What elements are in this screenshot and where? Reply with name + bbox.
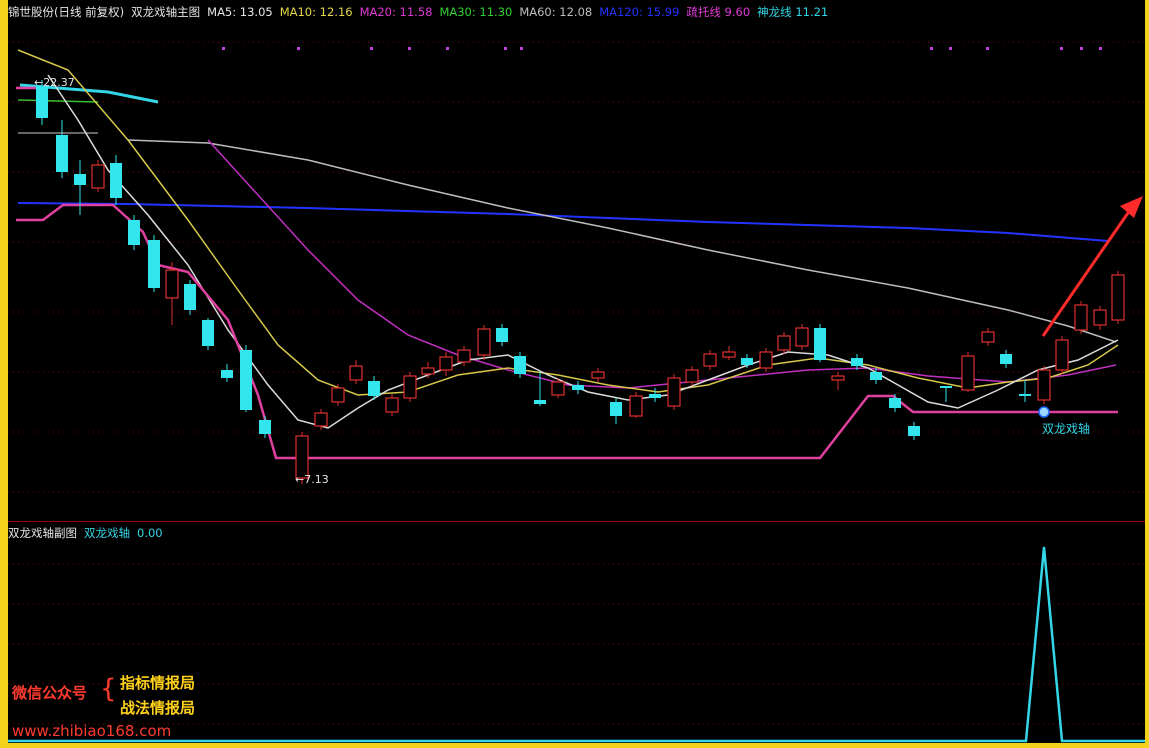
low-price-marker: ←7.13 [295,473,329,486]
moving-average-lines [16,49,1119,460]
candle [685,366,699,386]
candle [331,384,345,406]
candle [1019,380,1031,402]
ma5-line [47,74,1119,429]
candle [1037,366,1051,404]
main-chart-panel[interactable]: 锦世股份(日线 前复权) 双龙戏轴主图 MA5: 13.05 MA10: 12.16 M… [8,0,1145,520]
candle [981,328,995,346]
ma-legend-item: 神龙线 11.21 [757,5,829,19]
candle [110,155,122,205]
candle [777,332,791,354]
watermark: 微信公众号 { 指标情报局 战法情报局 www.zhibiao168.com [12,672,232,744]
candle [961,352,975,392]
candle [496,324,508,346]
candle [91,160,105,192]
candle [667,374,681,410]
ma-legend-item: MA30: 11.30 [439,5,513,19]
sub-indicator-name: 双龙戏轴副图 [8,526,77,540]
ma60-line [127,139,1117,343]
ma-legend-item: MA120: 15.99 [599,5,680,19]
sub-series-value: 0.00 [137,526,163,540]
candle [831,372,845,390]
ma-legend-item: MA60: 12.08 [519,5,593,19]
sub-series-label: 双龙戏轴 [84,526,130,540]
signal-dot [1038,406,1050,418]
ma-legend-item: MA10: 12.16 [279,5,353,19]
wm-line1: 指标情报局 [120,674,196,692]
candle [165,262,179,325]
main-chart-canvas[interactable] [8,0,1145,520]
candle [421,362,435,378]
wechat-label: 微信公众号 [12,684,88,702]
candle [722,346,736,360]
indicator-name: 双龙戏轴主图 [131,5,201,19]
candle [56,120,68,178]
sub-header: 双龙戏轴副图 双龙戏轴 0.00 [8,526,170,540]
ma-legend-item: MA20: 11.58 [359,5,433,19]
wm-url: www.zhibiao168.com [12,722,172,740]
signal-dots [222,47,1102,50]
candle [128,215,140,250]
candle [629,392,643,418]
signal-label: 双龙戏轴 [1042,422,1091,436]
candle [221,364,233,382]
security-name: 锦世股份(日线 前复权) [8,5,125,19]
candle [202,318,214,350]
ma120-line [17,202,1109,242]
ma-legend-item: 疏托线 9.60 [686,5,751,19]
grid [8,41,1145,493]
candle [591,368,605,382]
candle [148,235,160,292]
brace: { [100,674,117,704]
candle [814,324,826,362]
candle [703,350,717,370]
candle [1093,306,1107,330]
candle [477,325,491,360]
ma30-line [17,99,99,103]
candle [908,422,920,440]
high-price-value: 22.37 [43,76,75,89]
high-price-marker: ←22.37 [34,76,75,89]
candle [403,372,417,402]
candle [385,394,399,416]
candle [1111,271,1125,324]
ma-legend: MA5: 13.05 MA10: 12.16 MA20: 11.58 MA30: 11… [207,5,835,19]
candle [572,381,584,394]
candle [649,388,661,402]
trend-arrow [1041,196,1143,337]
candle [184,280,196,315]
candle [74,160,86,215]
candle [795,324,809,350]
candle [349,360,363,384]
candle [439,352,453,376]
candle [1074,301,1088,334]
candle [240,345,252,412]
candle [741,354,753,368]
ma20-line [207,139,1117,389]
ma-legend-item: MA5: 13.05 [207,5,273,19]
candle [759,348,773,372]
main-header: 锦世股份(日线 前复权) 双龙戏轴主图 MA5: 13.05 MA10: 12.16 M… [8,5,842,19]
candle [940,386,952,402]
wm-line2: 战法情报局 [120,699,196,717]
support-line [16,203,1118,460]
candle [1055,336,1069,374]
candle [610,398,622,424]
candle [1000,350,1012,368]
